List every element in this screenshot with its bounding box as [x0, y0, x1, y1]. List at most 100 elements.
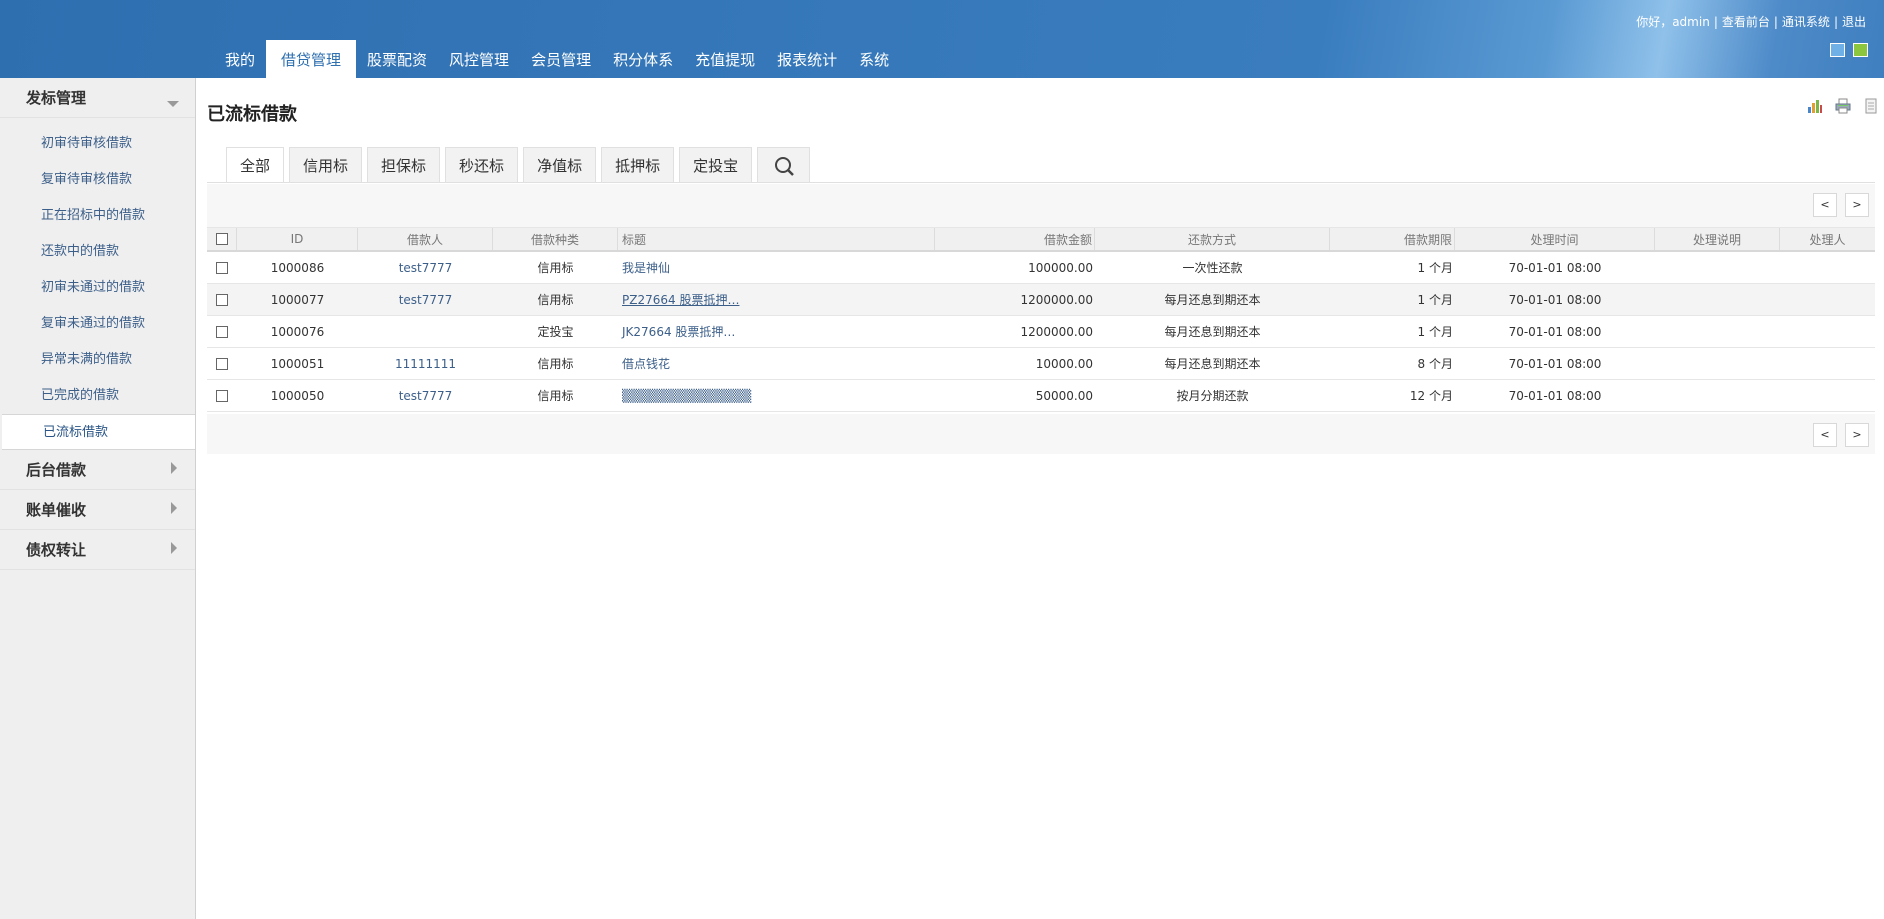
col-amount[interactable]: 借款金额	[935, 228, 1095, 250]
grid-top-bar: < >	[207, 184, 1875, 227]
table-row[interactable]: 1000086 test7777 信用标 我是神仙 100000.00 一次性还…	[207, 252, 1875, 284]
table-row[interactable]: 1000076 定投宝 JK27664 股票抵押… 1200000.00 每月还…	[207, 316, 1875, 348]
row-checkbox[interactable]	[216, 389, 228, 402]
row-select-cell	[207, 380, 237, 411]
sidebar-group-title: 发标管理	[26, 89, 87, 107]
sidebar-group-collection[interactable]: 账单催收	[0, 490, 195, 530]
blue-skin-icon[interactable]	[1830, 43, 1845, 57]
greeting-text: 你好，admin	[1636, 15, 1710, 29]
row-checkbox[interactable]	[216, 293, 228, 306]
tab-search[interactable]	[757, 147, 811, 183]
sidebar-item-second-review[interactable]: 复审待审核借款	[0, 162, 195, 198]
row-checkbox[interactable]	[216, 357, 228, 370]
col-time[interactable]: 处理时间	[1455, 228, 1655, 250]
sidebar-item-failed-loans[interactable]: 已流标借款	[2, 414, 195, 450]
sidebar-item-bidding[interactable]: 正在招标中的借款	[0, 198, 195, 234]
prev-page-button[interactable]: <	[1813, 193, 1837, 217]
sidebar-group-publish[interactable]: 发标管理	[0, 78, 195, 118]
tab-divider	[207, 182, 1875, 183]
logout-link[interactable]: 退出	[1842, 15, 1866, 29]
cell-note	[1655, 380, 1780, 411]
separator: |	[1713, 15, 1718, 29]
sidebar-item-second-rejected[interactable]: 复审未通过的借款	[0, 306, 195, 342]
table-row[interactable]: 1000077 test7777 信用标 PZ27664 股票抵押… 12000…	[207, 284, 1875, 316]
tab-all[interactable]: 全部	[226, 147, 285, 183]
cell-borrower-link[interactable]: test7777	[358, 252, 493, 283]
sidebar-group-debt-transfer[interactable]: 债权转让	[0, 530, 195, 570]
cell-note	[1655, 284, 1780, 315]
chart-icon[interactable]	[1807, 98, 1823, 114]
tab-credit[interactable]: 信用标	[289, 147, 363, 183]
cell-type: 信用标	[537, 389, 574, 403]
table-row[interactable]: 1000051 11111111 信用标 借点钱花 10000.00 每月还息到…	[207, 348, 1875, 380]
nav-item-points[interactable]: 积分体系	[602, 40, 684, 78]
tab-net-value[interactable]: 净值标	[523, 147, 597, 183]
tab-instant-repay[interactable]: 秒还标	[445, 147, 519, 183]
nav-item-reports[interactable]: 报表统计	[766, 40, 848, 78]
cell-title-link[interactable]: JK27664 股票抵押…	[618, 316, 935, 347]
next-page-button[interactable]: >	[1845, 423, 1869, 447]
cell-id: 1000076	[270, 324, 325, 339]
col-note[interactable]: 处理说明	[1655, 228, 1780, 250]
cell-amount: 1200000.00	[1020, 324, 1093, 339]
cell-term: 8 个月	[1417, 357, 1453, 371]
sidebar-group-title: 账单催收	[26, 501, 87, 519]
skin-switcher	[1830, 43, 1868, 57]
nav-item-loan-management[interactable]: 借贷管理	[266, 40, 357, 78]
view-frontend-link[interactable]: 查看前台	[1722, 15, 1770, 29]
cell-title-link[interactable]: 我是神仙	[618, 252, 935, 283]
row-checkbox[interactable]	[216, 325, 228, 338]
page-title: 已流标借款	[207, 104, 297, 125]
sidebar-item-first-rejected[interactable]: 初审未通过的借款	[0, 270, 195, 306]
loan-table: ID 借款人 借款种类 标题 借款金额 还款方式 借款期限 处理时间 处理说明 …	[207, 227, 1875, 412]
col-repay-method[interactable]: 还款方式	[1095, 228, 1330, 250]
cell-time: 70-01-01 08:00	[1508, 324, 1602, 339]
cell-term: 12 个月	[1409, 389, 1453, 403]
nav-item-mine[interactable]: 我的	[214, 40, 266, 78]
cell-title-link[interactable]: ▒▒▒▒▒▒▒▒▒▒▒▒▒▒	[618, 380, 935, 411]
tab-guarantee[interactable]: 担保标	[367, 147, 441, 183]
cell-borrower-link[interactable]: 11111111	[358, 348, 493, 379]
nav-item-stock-margin[interactable]: 股票配资	[356, 40, 438, 78]
cell-repay-method: 每月还息到期还本	[1164, 325, 1261, 339]
cell-note	[1655, 348, 1780, 379]
cell-title-link[interactable]: PZ27664 股票抵押…	[618, 284, 935, 315]
messaging-link[interactable]: 通讯系统	[1782, 15, 1830, 29]
col-handler[interactable]: 处理人	[1780, 228, 1875, 250]
col-borrower[interactable]: 借款人	[358, 228, 493, 250]
select-all-checkbox[interactable]	[215, 233, 228, 245]
nav-item-deposit-withdraw[interactable]: 充值提现	[684, 40, 766, 78]
sidebar-item-completed[interactable]: 已完成的借款	[0, 378, 195, 414]
tab-mortgage[interactable]: 抵押标	[601, 147, 675, 183]
cell-type: 信用标	[537, 261, 574, 275]
sidebar-group-title: 后台借款	[26, 461, 87, 479]
cell-borrower-link[interactable]: test7777	[358, 284, 493, 315]
sidebar-group-backend-loans[interactable]: 后台借款	[0, 450, 195, 490]
toolbar	[1807, 98, 1879, 114]
sidebar-item-first-review[interactable]: 初审待审核借款	[0, 126, 195, 162]
col-title[interactable]: 标题	[618, 228, 935, 250]
col-type[interactable]: 借款种类	[493, 228, 618, 250]
prev-page-button[interactable]: <	[1813, 423, 1837, 447]
row-checkbox[interactable]	[216, 261, 228, 274]
export-icon[interactable]	[1863, 98, 1879, 114]
nav-item-risk-control[interactable]: 风控管理	[438, 40, 520, 78]
table-row[interactable]: 1000050 test7777 信用标 ▒▒▒▒▒▒▒▒▒▒▒▒▒▒ 5000…	[207, 380, 1875, 412]
cell-title-link[interactable]: 借点钱花	[618, 348, 935, 379]
col-term[interactable]: 借款期限	[1330, 228, 1455, 250]
main-nav: 我的 借贷管理 股票配资 风控管理 会员管理 积分体系 充值提现 报表统计 系统	[214, 40, 900, 78]
sidebar: 发标管理 初审待审核借款 复审待审核借款 正在招标中的借款 还款中的借款 初审未…	[0, 78, 196, 919]
cell-repay-method: 一次性还款	[1182, 261, 1243, 275]
chevron-right-icon	[171, 502, 177, 514]
cell-borrower-link[interactable]	[358, 316, 493, 347]
green-skin-icon[interactable]	[1853, 43, 1868, 57]
cell-borrower-link[interactable]: test7777	[358, 380, 493, 411]
sidebar-item-abnormal[interactable]: 异常未满的借款	[0, 342, 195, 378]
print-icon[interactable]	[1835, 98, 1851, 114]
nav-item-system[interactable]: 系统	[848, 40, 900, 78]
nav-item-members[interactable]: 会员管理	[520, 40, 602, 78]
col-id[interactable]: ID	[237, 228, 358, 250]
sidebar-item-repaying[interactable]: 还款中的借款	[0, 234, 195, 270]
next-page-button[interactable]: >	[1845, 193, 1869, 217]
tab-fixed-investment[interactable]: 定投宝	[679, 147, 753, 183]
